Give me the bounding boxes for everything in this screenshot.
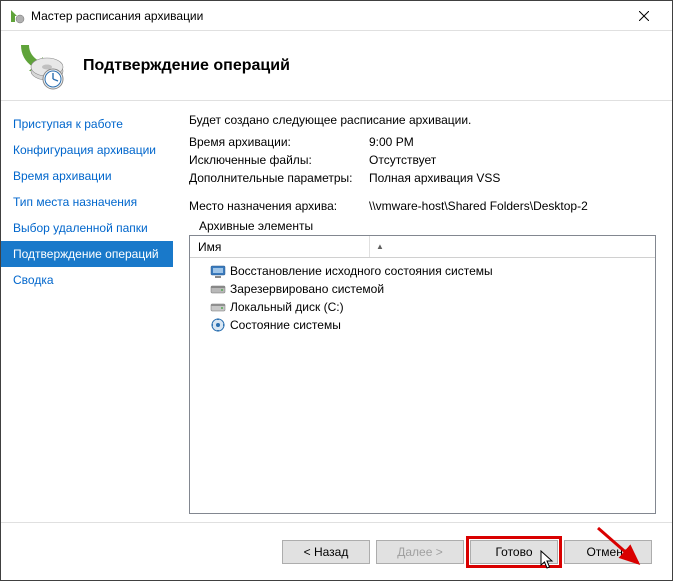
sidebar-step[interactable]: Время архивации: [1, 163, 173, 189]
titlebar: Мастер расписания архивации: [1, 1, 672, 31]
summary-label: Время архивации:: [189, 135, 369, 149]
list-column-name[interactable]: Имя: [190, 236, 370, 257]
intro-text: Будет создано следующее расписание архив…: [189, 113, 656, 127]
cancel-button[interactable]: Отмена: [564, 540, 652, 564]
dest-label: Место назначения архива:: [189, 199, 369, 213]
sidebar-step[interactable]: Тип места назначения: [1, 189, 173, 215]
list-item[interactable]: Восстановление исходного состояния систе…: [190, 262, 655, 280]
wizard-header: Подтверждение операций: [1, 31, 672, 101]
dest-value: \\vmware-host\Shared Folders\Desktop-2: [369, 199, 588, 213]
system-state-icon: [210, 317, 226, 333]
system-reserved-icon: [210, 281, 226, 297]
list-column-label: Имя: [198, 240, 221, 254]
wizard-header-title: Подтверждение операций: [83, 57, 290, 75]
sort-indicator-icon: ▲: [370, 242, 390, 251]
summary-value: 9:00 PM: [369, 135, 414, 149]
archive-items-list: Имя ▲ Восстановление исходного состояния…: [189, 235, 656, 514]
wizard-steps-sidebar: Приступая к работеКонфигурация архивации…: [1, 101, 173, 522]
next-button: Далее >: [376, 540, 464, 564]
sidebar-step[interactable]: Сводка: [1, 267, 173, 293]
list-header-row: Имя ▲: [190, 236, 655, 258]
summary-label: Дополнительные параметры:: [189, 171, 369, 185]
list-item[interactable]: Состояние системы: [190, 316, 655, 334]
summary-label: Исключенные файлы:: [189, 153, 369, 167]
list-item-label: Состояние системы: [230, 318, 341, 332]
summary-value: Полная архивация VSS: [369, 171, 500, 185]
wizard-header-icon: [17, 41, 67, 91]
disk-icon: [210, 299, 226, 315]
list-item-label: Локальный диск (C:): [230, 300, 344, 314]
summary-row: Исключенные файлы:Отсутствует: [189, 153, 656, 167]
summary-row: Дополнительные параметры:Полная архиваци…: [189, 171, 656, 185]
list-item[interactable]: Зарезервировано системой: [190, 280, 655, 298]
app-icon: [9, 8, 25, 24]
sidebar-step[interactable]: Подтверждение операций: [1, 241, 173, 267]
wizard-main-panel: Будет создано следующее расписание архив…: [173, 101, 672, 522]
wizard-body: Приступая к работеКонфигурация архивации…: [1, 101, 672, 522]
sidebar-step[interactable]: Приступая к работе: [1, 111, 173, 137]
finish-button[interactable]: Готово: [470, 540, 558, 564]
wizard-footer: < Назад Далее > Готово Отмена: [1, 522, 672, 580]
list-item-label: Восстановление исходного состояния систе…: [230, 264, 493, 278]
sidebar-step[interactable]: Выбор удаленной папки: [1, 215, 173, 241]
window-title: Мастер расписания архивации: [31, 9, 624, 23]
archive-elements-label: Архивные элементы: [199, 219, 656, 233]
close-button[interactable]: [624, 2, 664, 30]
list-item[interactable]: Локальный диск (C:): [190, 298, 655, 316]
summary-value: Отсутствует: [369, 153, 436, 167]
bmr-icon: [210, 263, 226, 279]
back-button[interactable]: < Назад: [282, 540, 370, 564]
sidebar-step[interactable]: Конфигурация архивации: [1, 137, 173, 163]
summary-row: Время архивации:9:00 PM: [189, 135, 656, 149]
list-body: Восстановление исходного состояния систе…: [190, 258, 655, 513]
list-item-label: Зарезервировано системой: [230, 282, 384, 296]
